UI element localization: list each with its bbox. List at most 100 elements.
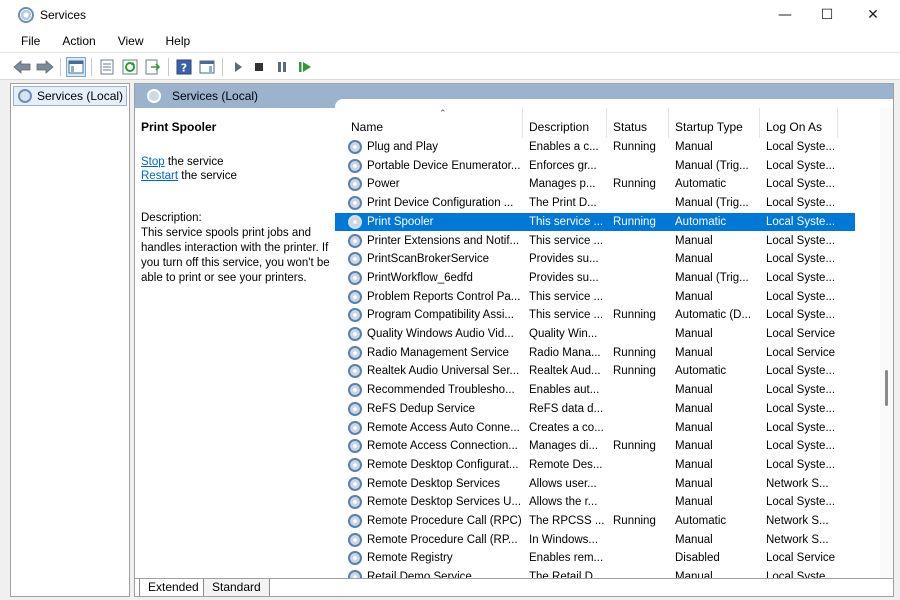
service-gear-icon <box>348 270 362 285</box>
tab-standard[interactable]: Standard <box>203 579 270 596</box>
stop-service-link[interactable]: Stop <box>141 156 165 168</box>
table-row[interactable]: Portable Device Enumerator... Enforces gr… <box>335 157 855 176</box>
table-row[interactable]: PrintScanBrokerService Provides su... Manu… <box>335 250 855 269</box>
table-row[interactable]: Plug and Play Enables a c... Running Manual… <box>335 138 855 157</box>
restart-service-link[interactable]: Restart <box>141 170 178 182</box>
table-row[interactable]: Remote Desktop Services U... Allows the r… <box>335 493 855 512</box>
stop-service-icon[interactable] <box>249 57 269 77</box>
table-row[interactable]: PrintWorkflow_6edfd Provides su... Manual … <box>335 269 855 288</box>
table-row-selected[interactable]: Print Spooler This service ... Running Auto… <box>335 212 855 232</box>
table-row[interactable]: Power Manages p... Running Automatic Local S… <box>335 175 855 194</box>
service-gear-icon <box>348 420 362 435</box>
table-row[interactable]: Radio Management Service Radio Mana... Run… <box>335 344 855 363</box>
description-text: This service spools print jobs and handl… <box>141 227 330 284</box>
menu-help[interactable]: Help <box>155 34 202 48</box>
table-row[interactable]: Printer Extensions and Notif... This serv… <box>335 232 855 251</box>
service-status-cell <box>613 194 671 213</box>
help-icon[interactable]: ? <box>174 57 194 77</box>
maximize-button[interactable]: ☐ <box>804 0 850 30</box>
table-row[interactable]: Recommended Troublesho... Enables aut... M… <box>335 381 855 400</box>
refresh-icon[interactable] <box>120 57 140 77</box>
service-description-cell: The Print D... <box>529 197 597 210</box>
service-name-cell: Printer Extensions and Notif... <box>367 234 520 247</box>
service-description-cell: Remote Des... <box>529 458 603 471</box>
service-description-cell: Provides su... <box>529 253 599 266</box>
service-description-cell: In Windows... <box>529 533 599 546</box>
vertical-scrollbar[interactable] <box>880 108 893 578</box>
description-label: Description: <box>141 212 202 224</box>
service-gear-icon <box>348 551 362 566</box>
menu-action[interactable]: Action <box>51 34 106 48</box>
service-log-on-as-cell: Local Syste... <box>766 384 836 397</box>
service-startup-type-cell: Automatic <box>675 515 727 527</box>
start-service-icon[interactable] <box>228 57 248 77</box>
restart-service-icon[interactable] <box>295 57 315 77</box>
service-gear-icon <box>348 177 362 192</box>
services-app-icon <box>18 7 34 23</box>
service-log-on-as-cell: Network S... <box>766 515 829 527</box>
title-bar: Services — ☐ ✕ <box>0 0 900 30</box>
service-log-on-as-cell: Local Syste... <box>766 159 836 172</box>
service-startup-type-cell: Manual <box>675 477 713 490</box>
scrollbar-thumb[interactable] <box>885 370 888 406</box>
table-row[interactable]: Print Device Configuration ... The Print … <box>335 194 855 213</box>
table-row[interactable]: Problem Reports Control Pa... This servic… <box>335 288 855 307</box>
back-arrow-icon[interactable] <box>12 57 32 77</box>
export-list-icon[interactable] <box>143 57 163 77</box>
column-header-status[interactable]: Status <box>607 108 669 138</box>
table-row[interactable]: Remote Access Connection... Manages di...… <box>335 437 855 456</box>
service-status-cell: Running <box>613 178 656 191</box>
service-name-cell: PrintWorkflow_6edfd <box>367 271 473 284</box>
minimize-button[interactable]: — <box>762 0 808 30</box>
table-row[interactable]: ReFS Dedup Service ReFS data d... Manual Lo… <box>335 400 855 419</box>
service-startup-type-cell: Manual <box>675 402 713 415</box>
service-startup-type-cell: Manual <box>675 290 713 303</box>
service-log-on-as-cell: Local Syste... <box>766 440 836 453</box>
service-log-on-as-cell: Network S... <box>766 477 829 490</box>
service-name-cell: PrintScanBrokerService <box>367 253 490 266</box>
service-description-cell: This service ... <box>529 234 604 247</box>
close-button[interactable]: ✕ <box>850 0 896 30</box>
forward-arrow-icon[interactable] <box>35 57 55 77</box>
gear-icon <box>18 89 32 103</box>
service-name-cell: Recommended Troublesho... <box>367 384 515 397</box>
table-row[interactable]: Realtek Audio Universal Ser... Realtek Au… <box>335 362 855 381</box>
column-header-description[interactable]: Description <box>523 108 607 138</box>
properties-icon[interactable] <box>97 57 117 77</box>
service-name-cell: Remote Access Connection... <box>367 440 518 453</box>
service-log-on-as-cell: Local Syste... <box>766 458 836 471</box>
tab-extended[interactable]: Extended <box>139 579 208 596</box>
service-status-cell <box>613 381 671 400</box>
table-row[interactable]: Remote Procedure Call (RP... In Windows..… <box>335 531 855 550</box>
service-log-on-as-cell: Local Service <box>766 346 836 359</box>
service-name-cell: Power <box>367 178 400 191</box>
service-gear-icon <box>348 214 362 229</box>
service-log-on-as-cell: Local Syste... <box>766 215 836 228</box>
svg-text:?: ? <box>181 62 187 75</box>
column-header-name[interactable]: ⌃ Name <box>345 108 523 138</box>
service-startup-type-cell: Automatic <box>675 215 727 228</box>
table-row[interactable]: Remote Desktop Configurat... Remote Des..… <box>335 456 855 475</box>
header-title: Services (Local) <box>172 89 259 103</box>
service-status-cell <box>613 288 671 307</box>
pause-service-icon[interactable] <box>272 57 292 77</box>
table-row[interactable]: Program Compatibility Assi... This servic… <box>335 306 855 325</box>
table-row[interactable]: Remote Procedure Call (RPC) The RPCSS ...… <box>335 512 855 531</box>
service-status-cell: Running <box>613 215 656 228</box>
table-row[interactable]: Remote Access Auto Conne... Creates a co.… <box>335 419 855 438</box>
tree-item-services-local[interactable]: Services (Local) <box>13 86 127 106</box>
service-log-on-as-cell: Network S... <box>766 533 829 546</box>
menu-file[interactable]: File <box>0 34 51 48</box>
service-status-cell: Running <box>613 141 656 153</box>
table-row[interactable]: Remote Registry Enables rem... Disabled Loc… <box>335 549 855 568</box>
service-gear-icon <box>348 308 362 323</box>
table-row[interactable]: Quality Windows Audio Vid... Quality Win.… <box>335 325 855 344</box>
show-hide-console-tree-icon[interactable] <box>66 57 86 77</box>
column-header-log-on-as[interactable]: Log On As <box>760 108 838 138</box>
menu-view[interactable]: View <box>107 34 155 48</box>
show-hide-action-pane-icon[interactable] <box>197 57 217 77</box>
service-gear-icon <box>348 196 362 211</box>
service-description-cell: Provides su... <box>529 271 599 284</box>
table-row[interactable]: Remote Desktop Services Allows user... Man… <box>335 475 855 494</box>
column-header-startup-type[interactable]: Startup Type <box>669 108 760 138</box>
